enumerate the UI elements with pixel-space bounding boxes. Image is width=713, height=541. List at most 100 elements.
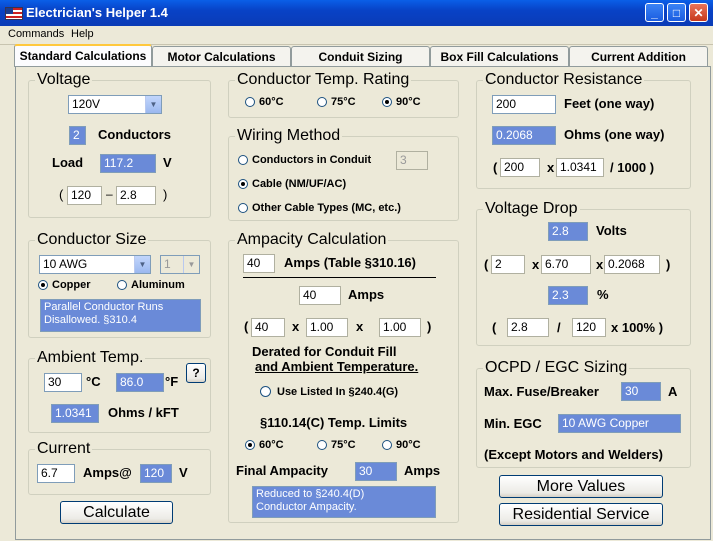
current-volts-unit: V [179,465,188,480]
ampacity-factor-3: 1.00 [379,318,421,337]
conduit-count: 3 [396,151,428,170]
drop-conductors: 2 [491,255,525,274]
pct-slash: / [557,320,561,335]
calculate-button[interactable]: Calculate [60,501,173,524]
close-button[interactable]: ✕ [689,3,708,22]
use-listed-label: Use Listed In §240.4(G) [277,386,399,398]
feet-label: Feet (one way) [564,96,655,111]
maximize-button[interactable]: □ [667,3,686,22]
tab-conduit-sizing[interactable]: Conduit Sizing [291,46,430,66]
voltage-right-value: 2.8 [116,186,156,205]
resistance-times: x [547,160,555,175]
radio-icon [317,440,327,450]
rating-60-radio[interactable]: 60°C [245,96,284,108]
feet-input[interactable]: 200 [492,95,556,114]
final-ampacity-value: 30 [355,462,397,481]
tab-motor-calculations[interactable]: Motor Calculations [152,46,291,66]
menu-bar: Commands Help [0,26,713,45]
table-ampacity-value: 40 [243,254,275,273]
aluminum-radio[interactable]: Aluminum [117,279,185,291]
ampacity-open-paren: ( [244,319,249,334]
more-values-button[interactable]: More Values [499,475,663,498]
final-ampacity-label: Final Ampacity [236,463,328,478]
tab-box-fill-calculations[interactable]: Box Fill Calculations [430,46,569,66]
parallel-notice-line1: Parallel Conductor Runs [44,301,164,313]
conductor-size-selected: 10 AWG [43,257,88,271]
current-amps-input[interactable]: 6.7 [37,464,75,483]
use-listed-checkbox[interactable]: Use Listed In §240.4(G) [260,386,398,398]
cable-radio[interactable]: Cable (NM/UF/AC) [238,178,346,190]
drop-open-paren: ( [484,257,489,272]
load-label: Load [52,155,84,170]
menu-commands[interactable]: Commands [8,28,64,40]
dropdown-arrow-icon[interactable]: ▼ [134,256,150,273]
conduit-label: Conductors in Conduit [252,154,372,166]
rating-90-label: 90°C [396,96,421,108]
ampacity-notice: Reduced to §240.4(D) Conductor Ampacity. [252,486,436,518]
parallel-runs-value: 1 [164,257,171,271]
parallel-runs-select[interactable]: 1 ▼ [160,255,200,274]
conductor-size-select[interactable]: 10 AWG ▼ [39,255,151,274]
celsius-input[interactable]: 30 [44,373,82,392]
radio-selected-icon [238,179,248,189]
voltage-select[interactable]: 120V ▼ [68,95,162,114]
rating-90-radio[interactable]: 90°C [382,96,421,108]
ambient-temp-title: Ambient Temp. [35,349,146,367]
rating-60-label: 60°C [259,96,284,108]
dropdown-arrow-icon[interactable]: ▼ [183,256,199,273]
copper-radio[interactable]: Copper [38,279,91,291]
voltage-drop-title: Voltage Drop [483,200,580,218]
voltage-open-paren: ( [59,187,64,202]
drop-percent-value: 2.3 [548,286,588,305]
egc-label: Min. EGC [484,416,542,431]
ocpd-title: OCPD / EGC Sizing [483,359,630,377]
celsius-unit: °C [86,374,101,389]
ampacity-factor-1: 40 [251,318,285,337]
ampacity-amps-value: 40 [299,286,341,305]
radio-icon [238,155,248,165]
other-cable-label: Other Cable Types (MC, etc.) [252,202,401,214]
temp-limits-title: §110.14(C) Temp. Limits [260,415,408,430]
minimize-button[interactable]: _ [645,3,664,22]
app-flag-icon [5,7,23,20]
radio-icon [117,280,127,290]
radio-icon [238,203,248,213]
menu-help[interactable]: Help [71,28,94,40]
radio-selected-icon [38,280,48,290]
radio-icon [317,97,327,107]
temp-rating-title: Conductor Temp. Rating [235,71,412,89]
ohms-label: Ohms (one way) [564,127,665,142]
current-volts-value: 120 [140,464,172,483]
tab-standard-calculations[interactable]: Standard Calculations [14,44,152,67]
other-cable-radio[interactable]: Other Cable Types (MC, etc.) [238,202,401,214]
current-title: Current [35,440,93,458]
drop-resistance: 0.2068 [604,255,660,274]
limit-75-radio[interactable]: 75°C [317,439,356,451]
conduit-radio[interactable]: Conductors in Conduit [238,154,371,166]
ampacity-times-2: x [356,319,364,334]
fuse-unit: A [668,384,678,399]
temp-factor-unit: Ohms / kFT [108,405,179,420]
voltage-left-value: 120 [67,186,102,205]
limit-60-label: 60°C [259,439,284,451]
egc-value: 10 AWG Copper [558,414,681,433]
dropdown-arrow-icon[interactable]: ▼ [145,96,161,113]
limit-60-radio[interactable]: 60°C [245,439,284,451]
ampacity-times-1: x [292,319,300,334]
voltage-selected: 120V [72,97,101,111]
tab-current-addition[interactable]: Current Addition [569,46,708,66]
resistance-title: Conductor Resistance [483,71,645,89]
drop-volts-label: Volts [596,223,627,238]
pct-open-paren: ( [492,320,497,335]
load-unit: V [163,155,172,170]
residential-service-button[interactable]: Residential Service [499,503,663,526]
resistance-open-paren: ( [493,160,498,175]
conductors-count: 2 [69,126,86,145]
limit-90-radio[interactable]: 90°C [382,439,421,451]
ambient-help-button[interactable]: ? [186,363,206,383]
checkbox-icon [260,386,271,397]
window-title: Electrician's Helper 1.4 [26,5,168,20]
limit-90-label: 90°C [396,439,421,451]
rating-75-radio[interactable]: 75°C [317,96,356,108]
ampacity-notice-line1: Reduced to §240.4(D) [256,488,365,500]
